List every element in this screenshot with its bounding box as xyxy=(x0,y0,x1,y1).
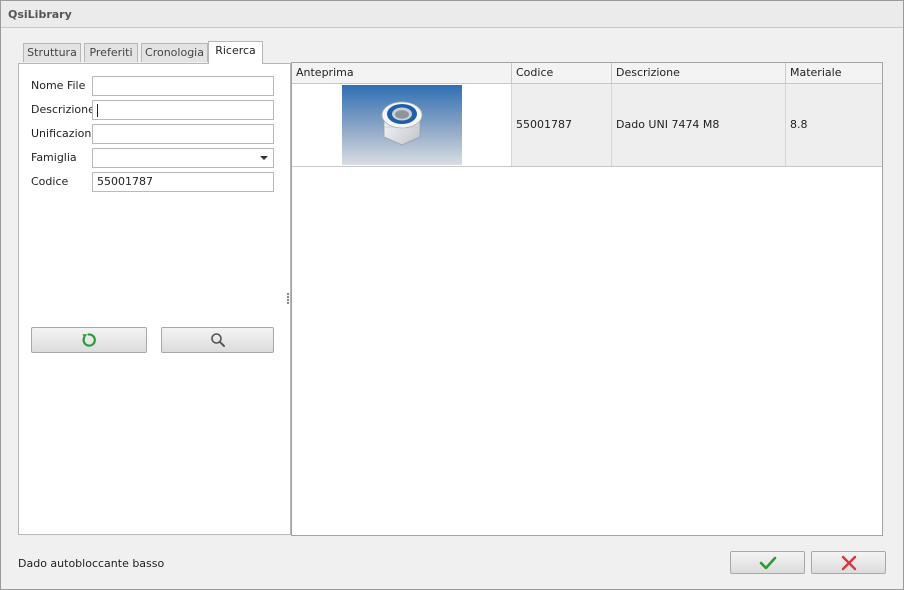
checkmark-icon xyxy=(759,556,776,569)
cancel-button[interactable] xyxy=(811,551,886,574)
search-button[interactable] xyxy=(161,327,274,353)
magnifier-icon xyxy=(210,333,225,347)
codice-input[interactable]: 55001787 xyxy=(92,172,274,192)
window-title: QsiLibrary xyxy=(8,8,72,21)
descrizione-input[interactable] xyxy=(92,100,274,120)
descrizione-label: Descrizione xyxy=(31,103,95,116)
codice-cell[interactable]: 55001787 xyxy=(512,84,612,166)
search-panel: Nome File Descrizione Unificazione Famig… xyxy=(18,63,291,535)
unificazione-label: Unificazione xyxy=(31,127,99,140)
tab-cronologia[interactable]: Cronologia xyxy=(141,43,208,62)
tab-ricerca[interactable]: Ricerca xyxy=(208,41,263,64)
nome-file-label: Nome File xyxy=(31,79,86,92)
title-bar[interactable]: QsiLibrary xyxy=(1,1,903,28)
dropdown-arrow-icon[interactable] xyxy=(260,156,268,160)
famiglia-dropdown[interactable] xyxy=(92,148,274,168)
x-icon xyxy=(841,555,856,570)
reset-button[interactable] xyxy=(31,327,147,353)
column-materiale[interactable]: Materiale xyxy=(786,63,882,83)
codice-label: Codice xyxy=(31,175,69,188)
column-anteprima[interactable]: Anteprima xyxy=(292,63,512,83)
nome-file-input[interactable] xyxy=(92,76,274,96)
famiglia-label: Famiglia xyxy=(31,151,77,164)
splitter-grip[interactable] xyxy=(287,293,289,307)
column-codice[interactable]: Codice xyxy=(512,63,612,83)
preview-cell[interactable] xyxy=(292,84,512,166)
descrizione-cell[interactable]: Dado UNI 7474 M8 xyxy=(612,84,786,166)
results-grid: Anteprima Codice Descrizione Materiale 5… xyxy=(291,62,883,536)
ok-button[interactable] xyxy=(730,551,805,574)
table-row[interactable]: 55001787 Dado UNI 7474 M8 8.8 xyxy=(292,84,882,167)
tab-preferiti[interactable]: Preferiti xyxy=(84,43,138,62)
status-text: Dado autobloccante basso xyxy=(18,557,165,570)
main-window: QsiLibrary Struttura Preferiti Cronologi… xyxy=(0,0,904,590)
text-caret xyxy=(97,103,98,117)
column-descrizione[interactable]: Descrizione xyxy=(612,63,786,83)
hex-nut-thumbnail xyxy=(342,85,462,165)
grid-header: Anteprima Codice Descrizione Materiale xyxy=(292,63,882,84)
tab-struttura[interactable]: Struttura xyxy=(23,43,81,62)
unificazione-input[interactable] xyxy=(92,124,274,144)
materiale-cell[interactable]: 8.8 xyxy=(786,84,882,166)
refresh-icon xyxy=(82,333,96,347)
